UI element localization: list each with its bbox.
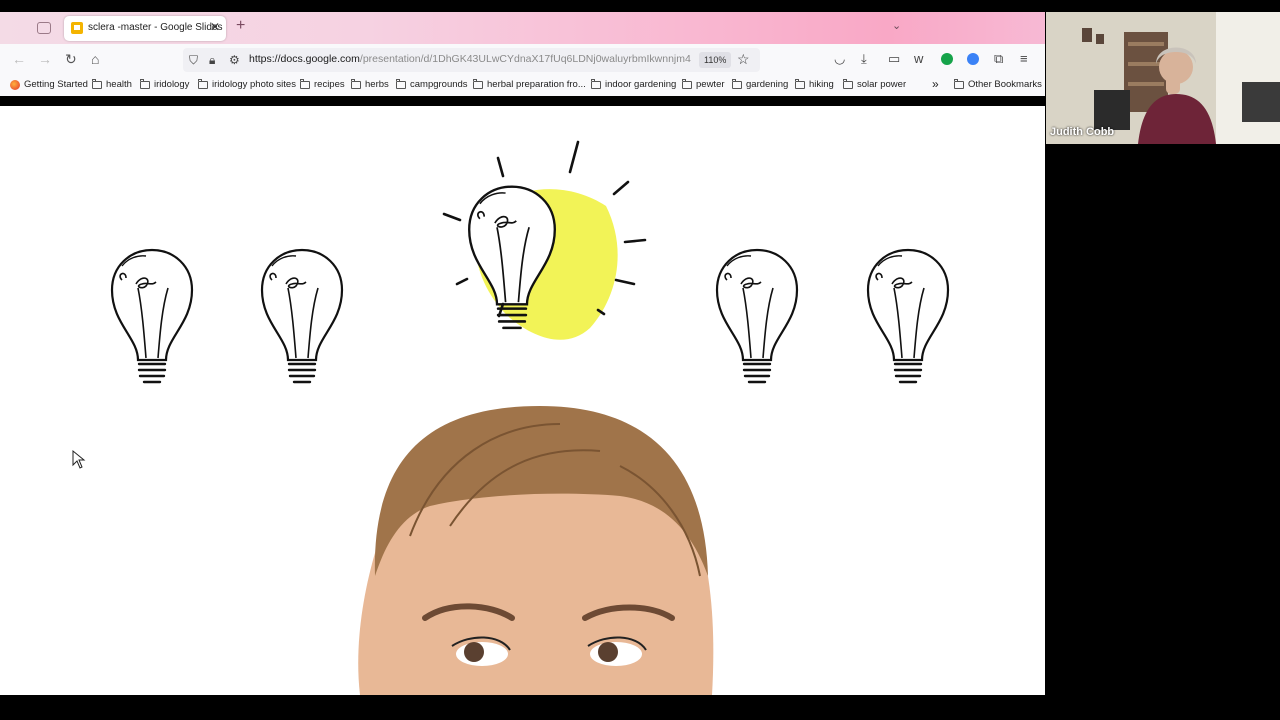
folder-icon: [682, 78, 692, 89]
bookmark-star-icon[interactable]: ☆: [737, 51, 750, 68]
reload-icon[interactable]: ↻: [65, 52, 77, 66]
folder-icon: [300, 78, 310, 89]
bookmark-label: hiking: [809, 79, 834, 90]
folder-icon: [954, 78, 964, 89]
firefox-icon: [10, 79, 20, 90]
url-host: https://docs.google.com: [249, 53, 360, 65]
bookmark-getting-started[interactable]: Getting Started: [10, 79, 88, 90]
bookmark-other-bookmarks[interactable]: Other Bookmarks: [954, 78, 1042, 90]
woman-head-image: [358, 406, 714, 695]
chevron-down-icon[interactable]: ⌄: [892, 19, 901, 32]
url-text[interactable]: https://docs.google.com/presentation/d/1…: [249, 53, 691, 65]
bookmark-label: herbal preparation fro...: [487, 79, 586, 90]
lightbulb-4: [715, 248, 799, 384]
bookmark-label: gardening: [746, 79, 789, 90]
bookmarks-toolbar: Getting Started health iridology iridolo…: [0, 76, 1045, 96]
lightbulb-2: [260, 248, 344, 384]
forward-icon[interactable]: →: [38, 52, 52, 66]
tab-title: sclera -master - Google Slides: [88, 22, 223, 33]
folder-icon: [843, 78, 853, 89]
shield-icon[interactable]: ⛉: [189, 53, 198, 68]
participant-video[interactable]: Judith Cobb: [1046, 12, 1280, 144]
folder-icon: [473, 78, 483, 89]
bookmark-label: Getting Started: [24, 79, 88, 90]
bookmark-recipes[interactable]: recipes: [300, 78, 345, 90]
slides-toolbar-strip: [0, 96, 1045, 106]
zoom-level[interactable]: 110%: [699, 52, 732, 68]
extension-c-icon[interactable]: [967, 53, 979, 65]
folder-icon: [591, 78, 601, 89]
bookmark-iridology-photo-sites[interactable]: iridology photo sites: [198, 78, 296, 90]
webcam-feed: [1046, 12, 1280, 144]
close-tab-icon[interactable]: ✕: [210, 20, 220, 34]
bookmark-label: iridology: [154, 79, 190, 90]
folder-icon: [140, 78, 150, 89]
google-slides-icon: [71, 22, 83, 34]
bookmark-label: indoor gardening: [605, 79, 677, 90]
folder-icon: [732, 78, 742, 89]
lightbulb-highlighted: [442, 140, 647, 340]
bookmark-label: recipes: [314, 79, 345, 90]
slide-canvas: [0, 106, 1045, 695]
bookmark-pewter[interactable]: pewter: [682, 78, 725, 90]
bookmark-herbal-preparation[interactable]: herbal preparation fro...: [473, 78, 586, 90]
tab-list-icon[interactable]: [37, 22, 51, 34]
sidebar-icon[interactable]: ▭: [888, 52, 900, 66]
bookmark-label: iridology photo sites: [212, 79, 296, 90]
folder-icon: [795, 78, 805, 89]
back-icon[interactable]: ←: [12, 52, 26, 66]
folder-icon: [92, 78, 102, 89]
tab-sclera-master[interactable]: sclera -master - Google Slides ✕: [64, 16, 226, 41]
menu-icon[interactable]: ≡: [1020, 52, 1028, 66]
bookmark-solar-power[interactable]: solar power: [843, 78, 907, 90]
bookmark-label: campgrounds: [410, 79, 468, 90]
bookmarks-overflow-icon[interactable]: »: [932, 77, 939, 91]
bookmark-health[interactable]: health: [92, 78, 132, 90]
url-path: /presentation/d/1DhGK43ULwCYdnaX17fUq6LD…: [359, 53, 691, 65]
pocket-icon[interactable]: ◡: [834, 52, 845, 66]
bookmark-campgrounds[interactable]: campgrounds: [396, 78, 468, 90]
bookmark-indoor-gardening[interactable]: indoor gardening: [591, 78, 677, 90]
lock-icon[interactable]: 🔒︎: [209, 53, 215, 68]
permissions-icon[interactable]: ⚙: [229, 53, 240, 67]
bookmark-gardening[interactable]: gardening: [732, 78, 789, 90]
bookmark-label: herbs: [365, 79, 389, 90]
bookmark-iridology[interactable]: iridology: [140, 78, 190, 90]
lightbulb-5: [866, 248, 950, 384]
bookmark-label: pewter: [696, 79, 725, 90]
bookmark-label: solar power: [857, 79, 907, 90]
home-icon[interactable]: ⌂: [91, 52, 99, 66]
browser-window: sclera -master - Google Slides ✕ + ⌄ ← →…: [0, 12, 1045, 695]
participant-name: Judith Cobb: [1050, 126, 1115, 138]
bookmark-herbs[interactable]: herbs: [351, 78, 389, 90]
extension-w-icon[interactable]: w: [914, 52, 923, 66]
folder-icon: [351, 78, 361, 89]
download-icon[interactable]: ⤓: [861, 52, 867, 66]
bookmark-label: health: [106, 79, 132, 90]
new-tab-button[interactable]: +: [236, 17, 245, 35]
folder-icon: [198, 78, 208, 89]
bookmark-hiking[interactable]: hiking: [795, 78, 834, 90]
extensions-puzzle-icon[interactable]: ⧉: [994, 52, 1003, 66]
mouse-cursor-icon: [72, 449, 86, 469]
tab-bar: sclera -master - Google Slides ✕ + ⌄: [0, 12, 1045, 44]
lightbulb-1: [110, 248, 194, 384]
bookmark-label: Other Bookmarks: [968, 79, 1042, 90]
grammarly-icon[interactable]: [941, 53, 953, 65]
folder-icon: [396, 78, 406, 89]
slide-illustration: [72, 140, 950, 695]
address-bar[interactable]: ⛉ 🔒︎ ⚙ https://docs.google.com/presentat…: [183, 48, 760, 72]
navigation-bar: ← → ↻ ⌂ ⛉ 🔒︎ ⚙ https://docs.google.com/p…: [0, 44, 1045, 76]
